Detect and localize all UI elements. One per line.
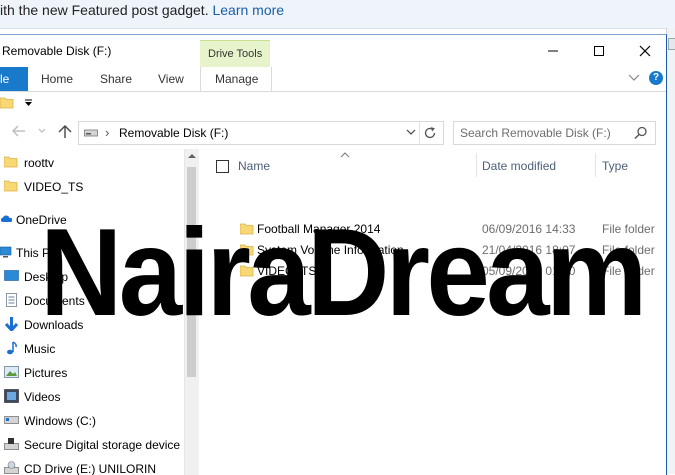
address-bar[interactable]: › Removable Disk (F:)	[78, 121, 444, 145]
customize-dropdown-icon[interactable]	[24, 99, 34, 107]
nav-item-cd-drive[interactable]: CD Drive (E:) UNILORIN	[0, 458, 184, 475]
windows-drive-icon	[4, 416, 19, 424]
column-header-type[interactable]: Type	[602, 159, 628, 173]
cd-drive-icon	[4, 461, 19, 474]
downloads-icon	[4, 317, 19, 331]
column-header-name[interactable]: Name	[238, 159, 270, 173]
ribbon-tabs: le Home Share View Manage ?	[0, 67, 666, 92]
chevron-down-icon[interactable]	[406, 129, 416, 136]
sd-drive-icon	[4, 438, 19, 450]
maximize-icon	[594, 46, 604, 56]
removable-drive-icon	[84, 129, 98, 137]
this-pc-icon	[0, 246, 12, 258]
address-divider	[419, 122, 420, 144]
recent-dropdown-icon[interactable]	[38, 128, 46, 134]
music-icon	[7, 341, 17, 355]
desktop-icon	[4, 270, 19, 281]
column-header-date[interactable]: Date modified	[482, 159, 556, 173]
column-divider	[476, 153, 477, 177]
tab-home[interactable]: Home	[41, 72, 73, 86]
folder-icon	[4, 156, 18, 168]
tab-share[interactable]: Share	[100, 72, 132, 86]
close-icon	[639, 45, 651, 57]
search-icon[interactable]	[634, 126, 648, 140]
context-tab-group: Drive Tools	[200, 40, 270, 68]
videos-icon	[4, 389, 19, 403]
learn-more-link[interactable]: Learn more	[212, 2, 284, 18]
documents-icon	[6, 293, 17, 307]
folder-icon[interactable]	[0, 96, 14, 109]
nav-item-windows-c[interactable]: Windows (C:)	[0, 410, 184, 432]
tab-view[interactable]: View	[158, 72, 184, 86]
breadcrumb-separator-icon[interactable]: ›	[105, 125, 109, 140]
context-group-label: Drive Tools	[208, 48, 263, 60]
minimize-icon	[548, 50, 558, 52]
tab-file[interactable]: le	[0, 67, 28, 91]
banner-text: ith the new Featured post gadget. Learn …	[0, 2, 285, 18]
breadcrumb[interactable]: Removable Disk (F:)	[119, 126, 228, 140]
onedrive-icon	[0, 215, 12, 222]
chevron-down-icon[interactable]	[628, 73, 640, 83]
select-all-checkbox[interactable]	[216, 160, 229, 173]
edge-control	[668, 38, 675, 50]
nav-item-roottv[interactable]: roottv	[0, 152, 184, 174]
back-arrow-icon[interactable]	[12, 125, 26, 137]
nav-item-sd-drive[interactable]: Secure Digital storage device (	[0, 434, 187, 456]
column-header-row: Name Date modified Type	[198, 149, 666, 181]
nav-item-videos[interactable]: Videos	[0, 386, 184, 408]
address-bar-row: › Removable Disk (F:)	[0, 117, 666, 149]
nav-item-pictures[interactable]: Pictures	[0, 362, 184, 384]
quick-access-toolbar	[0, 92, 666, 114]
pictures-icon	[4, 366, 19, 378]
close-button[interactable]	[622, 35, 666, 67]
window-title: Removable Disk (F:)	[2, 44, 112, 58]
column-divider	[595, 153, 596, 177]
maximize-button[interactable]	[576, 35, 622, 67]
title-bar: Removable Disk (F:) Drive Tools	[0, 35, 666, 68]
blogger-banner: ith the new Featured post gadget. Learn …	[0, 0, 675, 29]
help-icon[interactable]: ?	[649, 71, 663, 85]
sort-ascending-icon	[340, 152, 350, 158]
up-arrow-icon[interactable]	[58, 125, 72, 138]
background-window-edge	[666, 28, 675, 474]
scroll-up-icon[interactable]	[188, 153, 196, 159]
refresh-icon[interactable]	[423, 126, 437, 140]
folder-icon	[4, 180, 18, 192]
search-input[interactable]	[460, 124, 630, 142]
search-box[interactable]	[453, 121, 656, 145]
minimize-button[interactable]	[530, 35, 576, 67]
tab-manage[interactable]: Manage	[200, 67, 272, 91]
watermark-text: NairaDream	[40, 204, 647, 342]
